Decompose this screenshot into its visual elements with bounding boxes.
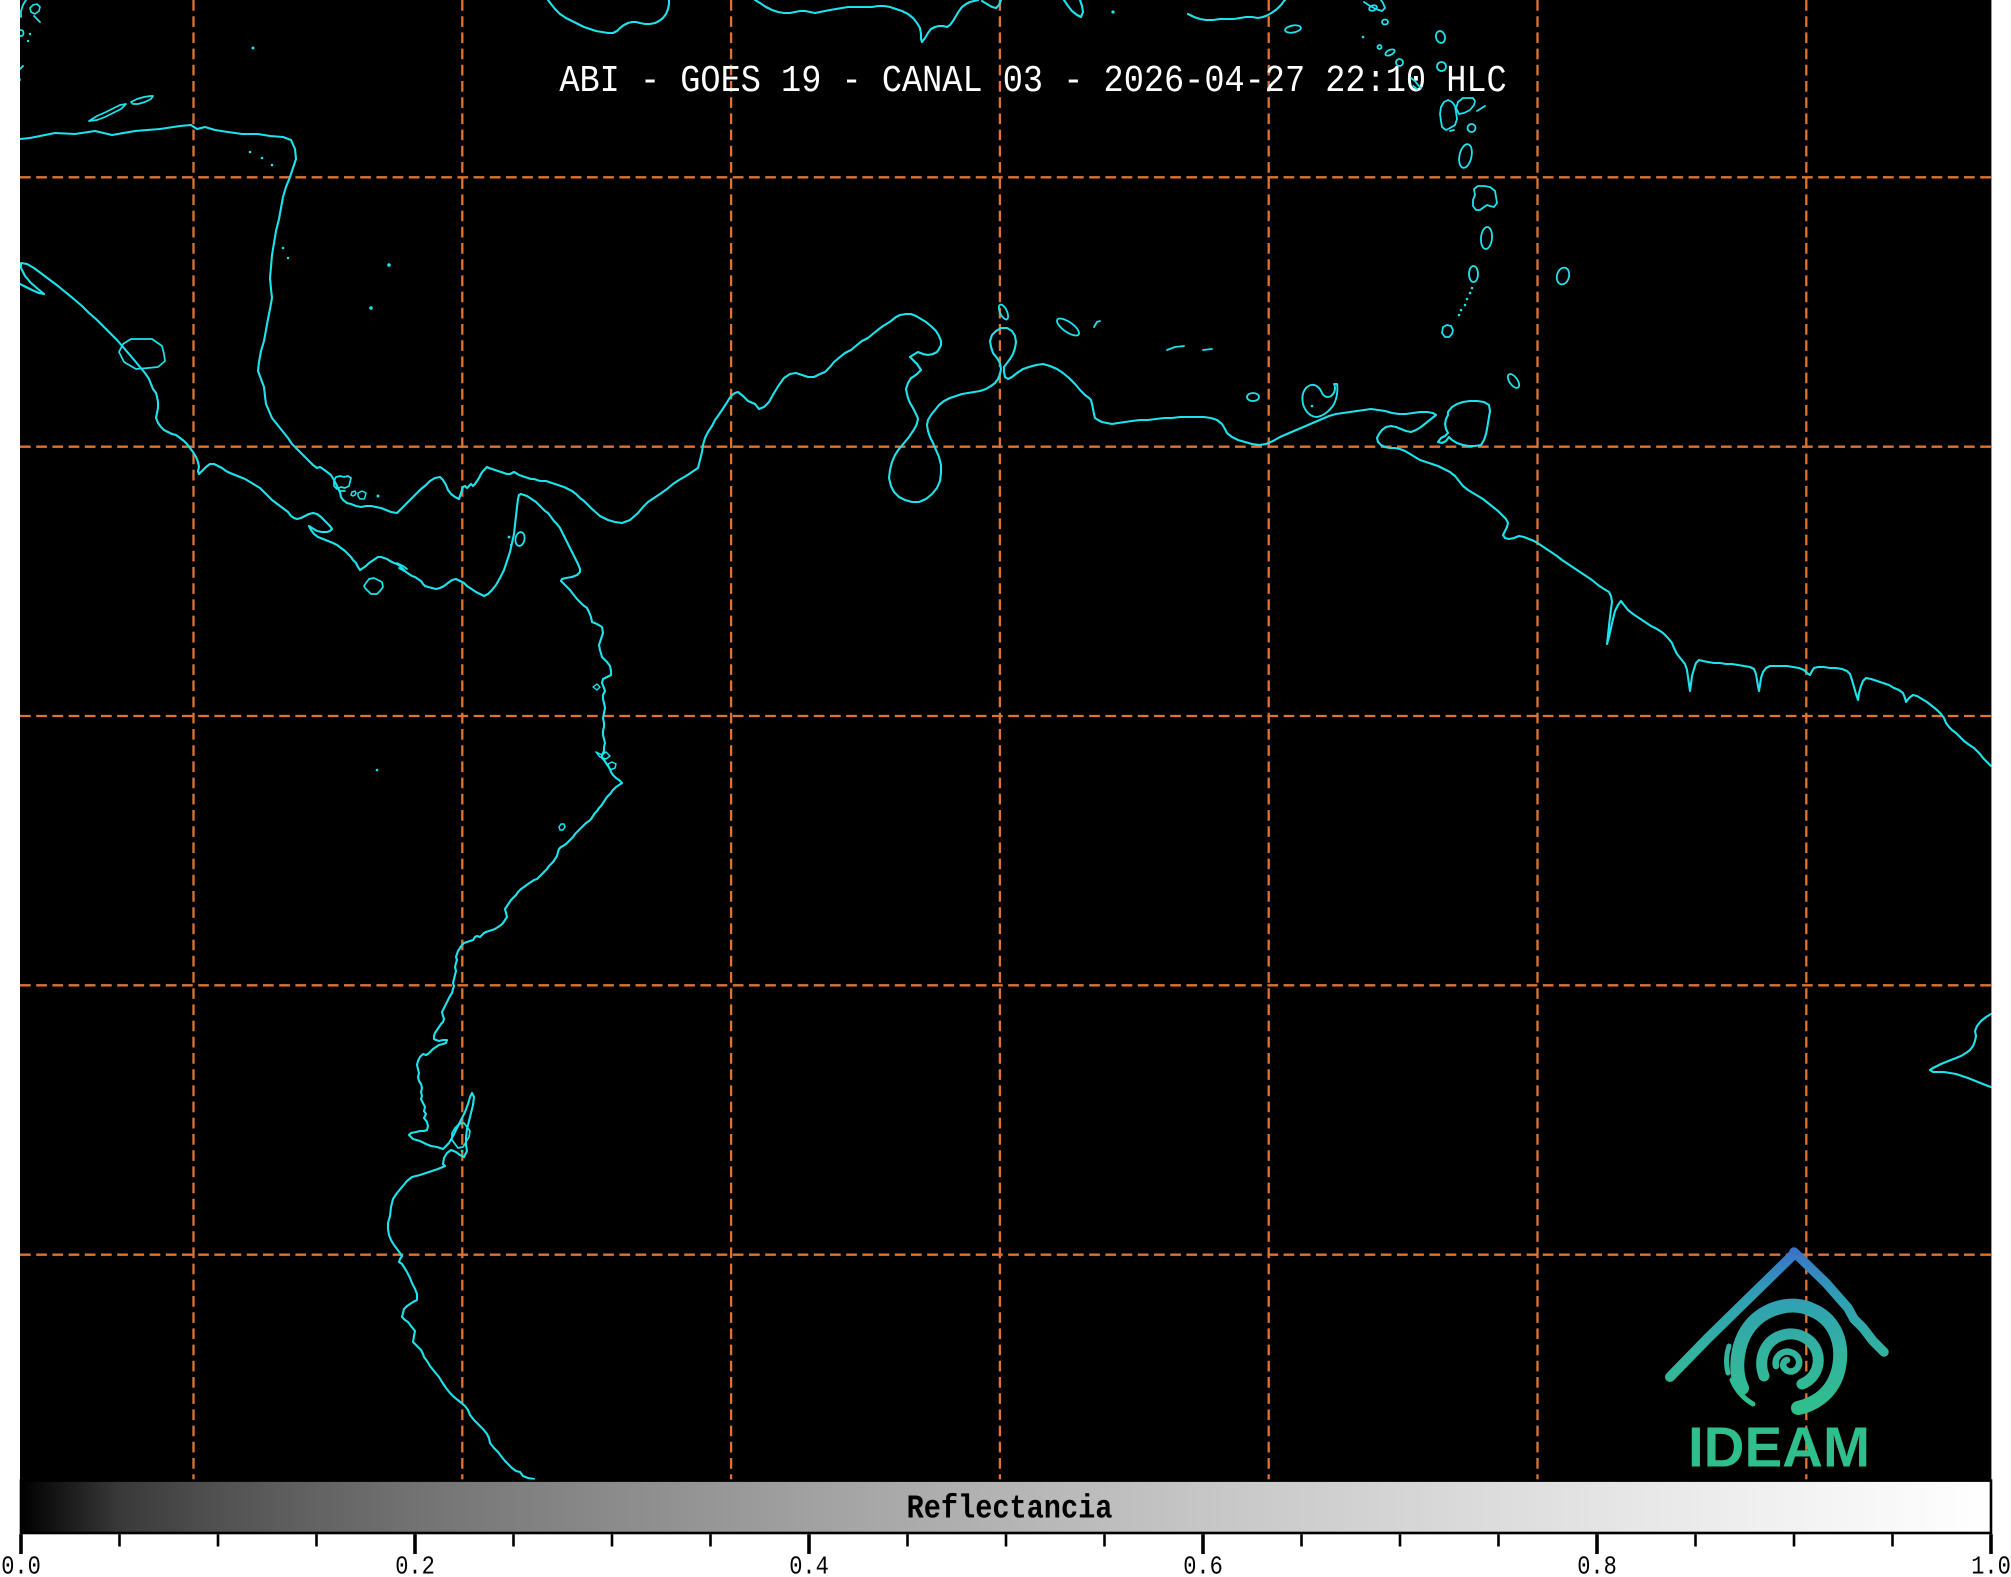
svg-text:ABI - GOES 19 - CANAL 03 - 202: ABI - GOES 19 - CANAL 03 - 2026-04-27 22… bbox=[559, 59, 1506, 103]
svg-text:0.6: 0.6 bbox=[1183, 1553, 1223, 1577]
svg-text:0.8: 0.8 bbox=[1577, 1553, 1617, 1577]
svg-text:0.2: 0.2 bbox=[395, 1553, 435, 1577]
svg-text:Reflectancia: Reflectancia bbox=[907, 1491, 1113, 1528]
svg-text:0.0: 0.0 bbox=[1, 1553, 41, 1577]
svg-text:0.4: 0.4 bbox=[789, 1553, 829, 1577]
svg-text:IDEAM: IDEAM bbox=[1688, 1416, 1870, 1479]
svg-text:1.0: 1.0 bbox=[1971, 1553, 2011, 1577]
